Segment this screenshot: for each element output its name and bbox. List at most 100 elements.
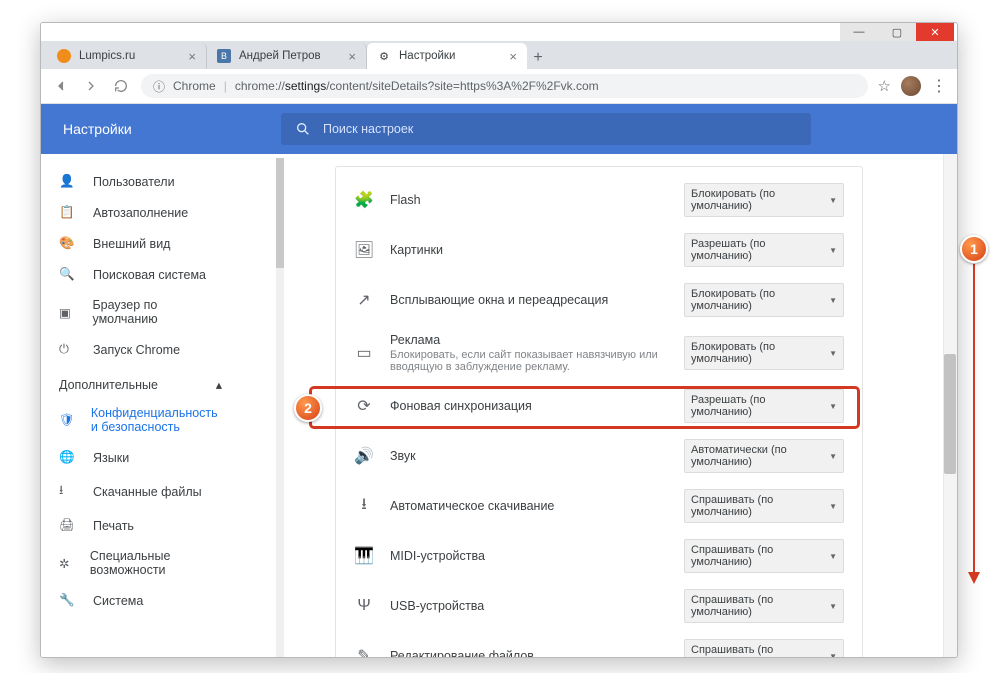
sidebar-item-autofill[interactable]: 📋Автозаполнение (41, 197, 240, 228)
clipboard-icon: 📋 (59, 205, 77, 220)
perm-row-usb: ΨUSB-устройстваСпрашивать (по умолчанию)… (336, 581, 862, 631)
sync-icon: ⟳ (354, 396, 374, 416)
reload-button[interactable] (111, 76, 131, 96)
search-container (281, 113, 957, 145)
tab-strip: Lumpics.ru × B Андрей Петров × ⚙ Настрой… (41, 41, 957, 69)
annotation-marker-2: 2 (294, 394, 322, 422)
search-icon: 🔍 (59, 267, 77, 282)
search-settings-box[interactable] (281, 113, 811, 145)
page-title: Настройки (41, 121, 281, 137)
sidebar: 👤Пользователи 📋Автозаполнение 🎨Внешний в… (41, 154, 241, 658)
shield-icon: 🛡 (59, 413, 75, 428)
profile-avatar[interactable] (901, 76, 921, 96)
perm-row-midi: 🎹MIDI-устройстваСпрашивать (по умолчанию… (336, 531, 862, 581)
chevron-up-icon: ▴ (216, 377, 222, 392)
settings-body: 👤Пользователи 📋Автозаполнение 🎨Внешний в… (41, 104, 957, 658)
new-tab-button[interactable]: + (527, 47, 549, 69)
window-close-button[interactable]: ✕ (916, 23, 954, 41)
tab-close-icon[interactable]: × (348, 49, 356, 64)
sidebar-item-languages[interactable]: 🌐Языки (41, 442, 240, 473)
perm-dropdown[interactable]: Спрашивать (по умолчанию)▼ (684, 639, 844, 658)
perm-row-ads: ▭РекламаБлокировать, если сайт показывае… (336, 325, 862, 381)
puzzle-icon: 🧩 (354, 190, 374, 210)
chrome-window: — ▢ ✕ Lumpics.ru × B Андрей Петров × ⚙ Н… (40, 22, 958, 658)
ads-icon: ▭ (354, 343, 374, 363)
tab-close-icon[interactable]: × (188, 49, 196, 64)
address-bar[interactable]: ⓘ Chrome | chrome://settings/content/sit… (141, 74, 868, 98)
tab-title: Настройки (399, 50, 455, 62)
url-text: chrome://settings/content/siteDetails?si… (235, 79, 599, 93)
sidebar-item-appearance[interactable]: 🎨Внешний вид (41, 228, 240, 259)
sidebar-item-privacy[interactable]: 🛡Конфиденциальность и безопасность (41, 398, 240, 442)
popup-icon: ↗ (354, 290, 374, 310)
bookmark-star-icon[interactable]: ☆ (878, 77, 891, 95)
palette-icon: 🎨 (59, 236, 77, 251)
perm-row-file-edit: ✎Редактирование файловСпрашивать (по умо… (336, 631, 862, 658)
caret-down-icon: ▼ (829, 452, 837, 461)
perm-row-autodownload: ⭳Автоматическое скачиваниеСпрашивать (по… (336, 481, 862, 531)
sidebar-item-startup[interactable]: ⏻Запуск Chrome (41, 334, 240, 365)
sidebar-item-search-engine[interactable]: 🔍Поисковая система (41, 259, 240, 290)
perm-dropdown[interactable]: Блокировать (по умолчанию)▼ (684, 183, 844, 217)
tab-vk[interactable]: B Андрей Петров × (207, 43, 367, 69)
sidebar-item-users[interactable]: 👤Пользователи (41, 166, 240, 197)
window-titlebar: — ▢ ✕ (41, 23, 957, 41)
scrollbar-thumb[interactable] (944, 354, 956, 474)
caret-down-icon: ▼ (829, 502, 837, 511)
usb-icon: Ψ (354, 597, 374, 615)
back-button[interactable] (51, 76, 71, 96)
caret-down-icon: ▼ (829, 246, 837, 255)
settings-header: Настройки (41, 104, 957, 154)
perm-dropdown[interactable]: Спрашивать (по умолчанию)▼ (684, 539, 844, 573)
permissions-panel: 🧩FlashБлокировать (по умолчанию)▼ 🖼Карти… (335, 166, 863, 658)
window-maximize-button[interactable]: ▢ (878, 23, 916, 41)
tab-title: Андрей Петров (239, 50, 321, 62)
perm-dropdown[interactable]: Спрашивать (по умолчанию)▼ (684, 489, 844, 523)
perm-dropdown[interactable]: Спрашивать (по умолчанию)▼ (684, 589, 844, 623)
caret-down-icon: ▼ (829, 552, 837, 561)
sidebar-item-accessibility[interactable]: ✲Специальные возможности (41, 541, 240, 585)
caret-down-icon: ▼ (829, 349, 837, 358)
tab-close-icon[interactable]: × (509, 49, 517, 64)
caret-down-icon: ▼ (829, 296, 837, 305)
person-icon: 👤 (59, 174, 77, 189)
caret-down-icon: ▼ (829, 196, 837, 205)
sound-icon: 🔊 (354, 446, 374, 466)
search-input[interactable] (323, 122, 797, 136)
perm-row-sound: 🔊ЗвукАвтоматически (по умолчанию)▼ (336, 431, 862, 481)
globe-icon: 🌐 (59, 450, 77, 465)
perm-dropdown[interactable]: Блокировать (по умолчанию)▼ (684, 336, 844, 370)
accessibility-icon: ✲ (59, 556, 74, 571)
caret-down-icon: ▼ (829, 652, 837, 659)
sidebar-item-default-browser[interactable]: ▣Браузер по умолчанию (41, 290, 240, 334)
caret-down-icon: ▼ (829, 402, 837, 411)
midi-icon: 🎹 (354, 546, 374, 566)
menu-button[interactable]: ⋮ (931, 76, 947, 96)
perm-row-images: 🖼КартинкиРазрешать (по умолчанию)▼ (336, 225, 862, 275)
perm-dropdown[interactable]: Автоматически (по умолчанию)▼ (684, 439, 844, 473)
sidebar-item-system[interactable]: 🔧Система (41, 585, 240, 616)
sidebar-advanced-toggle[interactable]: Дополнительные▴ (41, 365, 240, 398)
info-icon: ⓘ (153, 78, 165, 95)
tab-title: Lumpics.ru (79, 50, 135, 62)
download-icon: ⭳ (354, 493, 374, 520)
perm-dropdown[interactable]: Разрешать (по умолчанию)▼ (684, 389, 844, 423)
window-minimize-button[interactable]: — (840, 23, 878, 41)
tab-lumpics[interactable]: Lumpics.ru × (47, 43, 207, 69)
browser-icon: ▣ (59, 305, 76, 320)
perm-dropdown[interactable]: Блокировать (по умолчанию)▼ (684, 283, 844, 317)
content-scrollbar[interactable] (943, 154, 957, 657)
perm-dropdown[interactable]: Разрешать (по умолчанию)▼ (684, 233, 844, 267)
annotation-arrow (973, 264, 975, 574)
tab-settings[interactable]: ⚙ Настройки × (367, 43, 527, 69)
perm-row-bgsync: ⟳Фоновая синхронизацияРазрешать (по умол… (336, 381, 862, 431)
sidebar-item-downloads[interactable]: ⭳Скачанные файлы (41, 473, 240, 510)
download-icon: ⭳ (59, 481, 77, 502)
search-icon (295, 121, 311, 137)
forward-button[interactable] (81, 76, 101, 96)
favicon-icon: B (217, 49, 231, 63)
caret-down-icon: ▼ (829, 602, 837, 611)
main-area: 🧩FlashБлокировать (по умолчанию)▼ 🖼Карти… (241, 154, 957, 658)
sidebar-item-print[interactable]: 🖨Печать (41, 510, 240, 541)
image-icon: 🖼 (354, 240, 374, 260)
